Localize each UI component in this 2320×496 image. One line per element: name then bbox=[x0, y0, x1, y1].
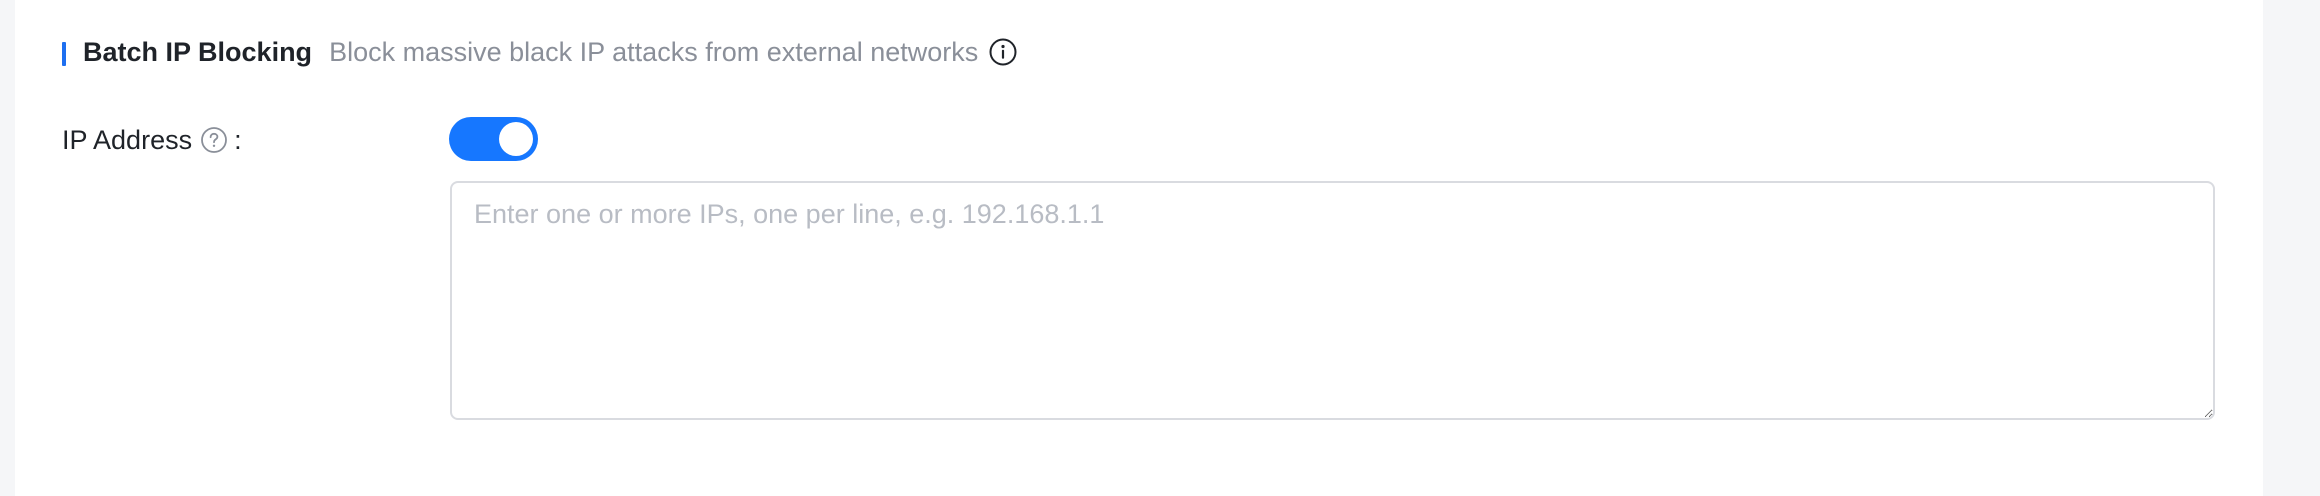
ip-address-label: IP Address bbox=[62, 124, 193, 155]
section-header: Batch IP Blocking Block massive black IP… bbox=[62, 30, 1018, 74]
toggle-knob bbox=[499, 122, 533, 156]
label-colon: : bbox=[234, 124, 242, 155]
right-gutter bbox=[2263, 0, 2320, 496]
ip-textarea-wrapper bbox=[450, 181, 2215, 420]
ip-address-toggle[interactable] bbox=[449, 117, 538, 161]
section-title: Batch IP Blocking bbox=[83, 36, 313, 67]
section-description: Block massive black IP attacks from exte… bbox=[329, 36, 979, 67]
ip-address-label-row: IP Address : bbox=[62, 118, 242, 162]
section-accent-bar bbox=[62, 42, 66, 66]
ip-address-textarea[interactable] bbox=[450, 181, 2215, 420]
question-circle-icon[interactable] bbox=[200, 126, 228, 154]
info-icon[interactable] bbox=[988, 37, 1018, 67]
